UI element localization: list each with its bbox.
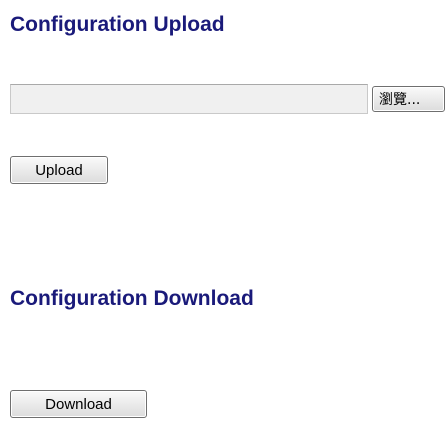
upload-button[interactable]: Upload <box>10 156 108 184</box>
configuration-upload-heading: Configuration Upload <box>10 13 225 36</box>
download-button[interactable]: Download <box>10 390 147 418</box>
file-path-input[interactable] <box>10 84 368 114</box>
file-upload-field: 瀏覽... <box>10 84 445 114</box>
browse-button[interactable]: 瀏覽... <box>372 86 445 112</box>
configuration-download-heading: Configuration Download <box>10 287 254 310</box>
